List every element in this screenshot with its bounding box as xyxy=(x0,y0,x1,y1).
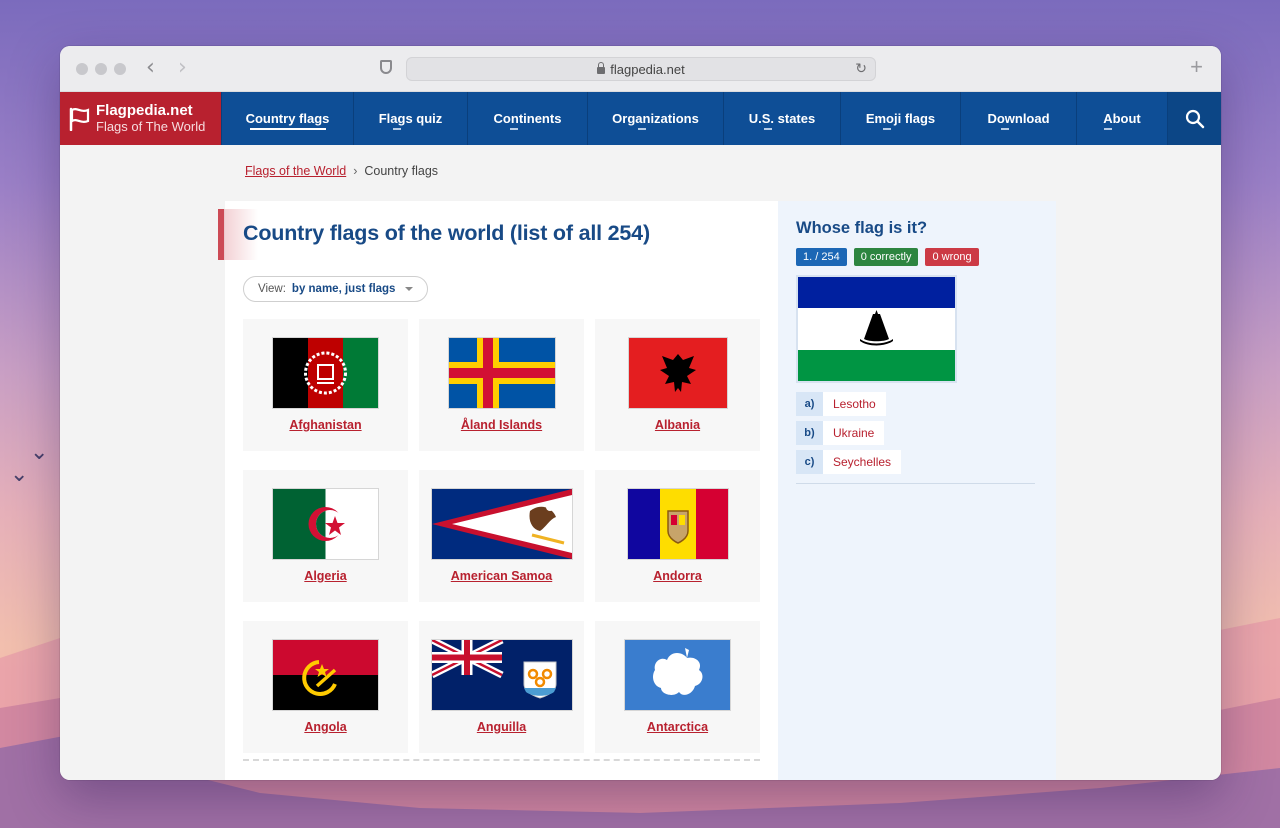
american-samoa-flag-icon xyxy=(430,487,573,560)
aland-islands-flag-icon xyxy=(447,336,556,409)
bird-icon: ⌄ xyxy=(30,440,49,465)
bird-icon: ⌄ xyxy=(10,462,29,487)
site-navigation: Flagpedia.net Flags of The World Country… xyxy=(60,92,1221,145)
breadcrumb: Flags of the World › Country flags xyxy=(245,164,439,178)
zoom-window-button[interactable] xyxy=(114,63,126,75)
close-window-button[interactable] xyxy=(76,63,88,75)
angola-flag-icon xyxy=(272,638,379,711)
algeria-flag-icon xyxy=(272,487,379,560)
list-divider xyxy=(243,759,760,761)
country-card[interactable]: Andorra xyxy=(595,470,760,602)
answer-option-b[interactable]: b) Ukraine xyxy=(796,421,901,445)
quiz-progress-badge: 1. / 254 xyxy=(796,248,847,266)
chevron-down-icon xyxy=(405,287,414,291)
nav-download[interactable]: Download xyxy=(960,92,1076,145)
quiz-title: Whose flag is it? xyxy=(796,219,928,237)
nav-country-flags[interactable]: Country flags xyxy=(221,92,353,145)
country-link[interactable]: Afghanistan xyxy=(289,418,361,432)
nav-flags-quiz[interactable]: Flags quiz xyxy=(353,92,467,145)
search-button[interactable] xyxy=(1167,92,1221,145)
page-body: Flags of the World › Country flags Country… xyxy=(60,145,1221,780)
address-url: flagpedia.net xyxy=(610,61,685,77)
answer-option-a[interactable]: a) Lesotho xyxy=(796,392,901,416)
quiz-wrong-badge: 0 wrong xyxy=(925,248,979,266)
reload-icon[interactable]: ↻ xyxy=(855,60,867,77)
window-controls xyxy=(76,63,126,75)
country-link[interactable]: Albania xyxy=(655,418,700,432)
lesotho-flag-icon xyxy=(796,275,957,383)
country-card[interactable]: Antarctica xyxy=(595,621,760,753)
breadcrumb-current: Country flags xyxy=(364,164,439,178)
privacy-shield-icon[interactable] xyxy=(380,60,392,74)
flags-list-section: Country flags of the world (list of all … xyxy=(218,201,778,780)
country-card[interactable]: Algeria xyxy=(243,470,408,602)
logo-title: Flagpedia.net xyxy=(96,101,193,119)
address-bar[interactable]: flagpedia.net ↻ xyxy=(406,57,876,81)
minimize-window-button[interactable] xyxy=(95,63,107,75)
content-panel: Country flags of the world (list of all … xyxy=(218,201,1056,780)
quiz-answers: a) Lesotho b) Ukraine c) Seychelles xyxy=(796,392,902,474)
afghanistan-flag-icon xyxy=(272,336,379,409)
browser-titlebar: ‹ › flagpedia.net ↻ + xyxy=(60,46,1221,92)
anguilla-flag-icon xyxy=(430,638,573,711)
albania-flag-icon xyxy=(627,336,728,409)
forward-arrow-icon[interactable]: › xyxy=(178,56,187,80)
view-value: by name, just flags xyxy=(291,283,396,295)
back-arrow-icon[interactable]: ‹ xyxy=(146,56,155,80)
nav-emoji-flags[interactable]: Emoji flags xyxy=(840,92,960,145)
country-link[interactable]: American Samoa xyxy=(451,569,552,583)
logo-subtitle: Flags of The World xyxy=(96,118,206,134)
view-dropdown[interactable]: View: by name, just flags xyxy=(243,276,429,302)
lock-icon xyxy=(597,61,606,74)
quiz-stats: 1. / 254 0 correctly 0 wrong xyxy=(796,248,979,266)
site-logo[interactable]: Flagpedia.net Flags of The World xyxy=(60,92,221,145)
quiz-correct-badge: 0 correctly xyxy=(853,248,919,266)
quiz-sidebar: Whose flag is it? 1. / 254 0 correctly 0… xyxy=(778,201,1056,780)
new-tab-icon[interactable]: + xyxy=(1190,55,1203,79)
nav-about[interactable]: About xyxy=(1076,92,1167,145)
flags-grid: Afghanistan Åland Islands Albania Algeri… xyxy=(243,319,760,753)
breadcrumb-root-link[interactable]: Flags of the World xyxy=(245,164,346,178)
country-card[interactable]: American Samoa xyxy=(419,470,584,602)
country-card[interactable]: Anguilla xyxy=(419,621,584,753)
view-label: View: xyxy=(258,283,286,295)
flag-logo-icon xyxy=(69,107,90,131)
country-card[interactable]: Albania xyxy=(595,319,760,451)
country-link[interactable]: Angola xyxy=(304,720,346,734)
antarctica-flag-icon xyxy=(624,638,731,711)
nav-continents[interactable]: Continents xyxy=(467,92,587,145)
nav-us-states[interactable]: U.S. states xyxy=(723,92,840,145)
country-link[interactable]: Algeria xyxy=(304,569,346,583)
country-link[interactable]: Anguilla xyxy=(477,720,526,734)
sidebar-divider xyxy=(796,483,1035,484)
answer-option-c[interactable]: c) Seychelles xyxy=(796,450,902,474)
browser-window: ‹ › flagpedia.net ↻ + Flagpedia.net Flag… xyxy=(60,46,1221,780)
page-title: Country flags of the world (list of all … xyxy=(243,221,650,245)
nav-organizations[interactable]: Organizations xyxy=(587,92,723,145)
country-card[interactable]: Åland Islands xyxy=(419,319,584,451)
country-card[interactable]: Angola xyxy=(243,621,408,753)
search-icon xyxy=(1185,109,1204,128)
country-link[interactable]: Åland Islands xyxy=(461,418,542,432)
country-link[interactable]: Andorra xyxy=(653,569,702,583)
country-link[interactable]: Antarctica xyxy=(647,720,708,734)
andorra-flag-icon xyxy=(626,487,729,560)
country-card[interactable]: Afghanistan xyxy=(243,319,408,451)
